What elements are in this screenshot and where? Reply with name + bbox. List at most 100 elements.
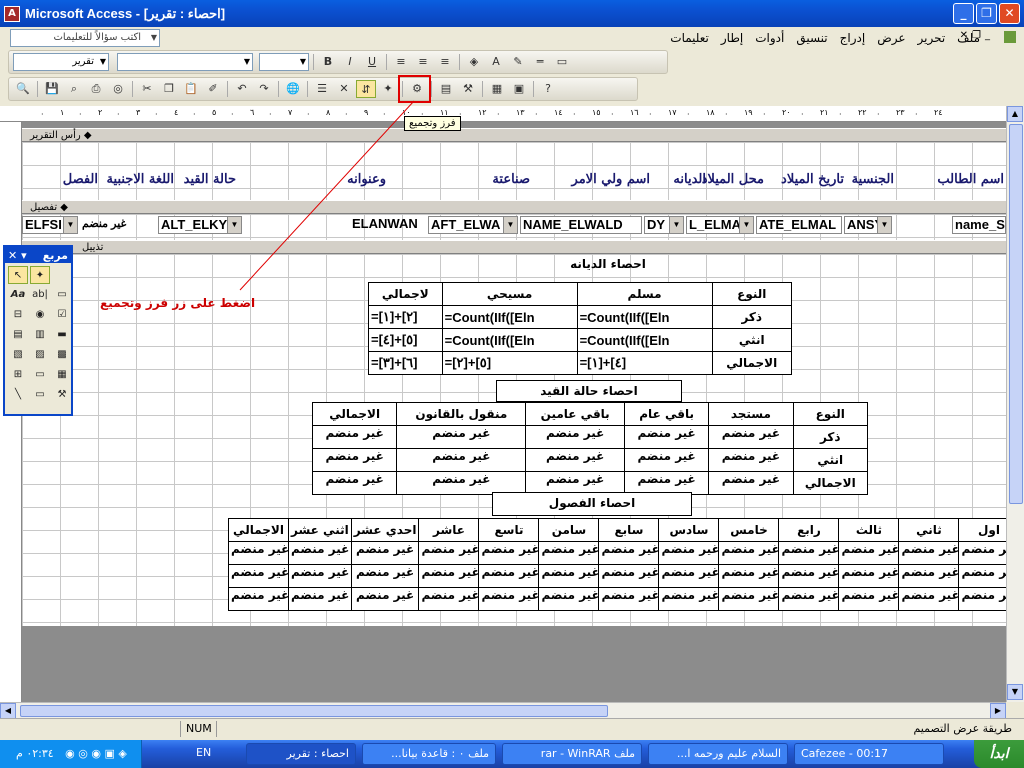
properties-icon[interactable]: ▤ bbox=[436, 80, 456, 98]
save-icon[interactable]: 💾 bbox=[42, 80, 62, 98]
status-table[interactable]: الاجمالي منقول بالقانون باقي عامين باقي عام… bbox=[311, 402, 869, 495]
special-effect-icon[interactable]: ▭ bbox=[552, 53, 572, 71]
scroll-up-icon[interactable]: ▲ bbox=[1007, 106, 1023, 122]
build-icon[interactable]: ⚒ bbox=[458, 80, 478, 98]
header-label-enrollment-status[interactable]: حالة القيد bbox=[184, 172, 236, 187]
menu-help[interactable]: تعليمات bbox=[664, 31, 715, 45]
header-label-guardian-name[interactable]: اسم ولي الامر bbox=[572, 172, 650, 187]
vertical-scrollbar[interactable]: ▲ ▼ bbox=[1006, 106, 1024, 702]
chevron-down-icon[interactable]: ▼ bbox=[300, 54, 306, 70]
bold-icon[interactable]: B bbox=[318, 53, 338, 71]
help-question-box[interactable]: اكتب سؤالاً للتعليمات ▼ bbox=[10, 29, 160, 47]
control-wizards-icon[interactable]: ✦ bbox=[30, 266, 50, 284]
restore-button[interactable]: ❐ bbox=[976, 3, 997, 24]
underline-icon[interactable]: U bbox=[362, 53, 382, 71]
field-address[interactable]: ELANWAN bbox=[350, 216, 426, 234]
autoformat-icon[interactable]: ✦ bbox=[378, 80, 398, 98]
menu-insert[interactable]: إدراج bbox=[834, 31, 872, 45]
close-icon[interactable]: ✕ bbox=[8, 249, 17, 262]
line-tool-icon[interactable]: ╲ bbox=[8, 386, 28, 404]
close-button[interactable]: ✕ bbox=[999, 3, 1020, 24]
tab-control-icon[interactable]: ▭ bbox=[30, 366, 50, 384]
classes-title[interactable]: احصاء الفصول bbox=[492, 492, 692, 516]
option-group-icon[interactable]: ▭ bbox=[52, 286, 72, 304]
chevron-down-icon[interactable]: ▾ bbox=[21, 249, 27, 262]
chevron-down-icon[interactable]: ▼ bbox=[151, 30, 157, 46]
italic-icon[interactable]: I bbox=[340, 53, 360, 71]
scroll-right-icon[interactable]: ▶ bbox=[990, 703, 1006, 719]
list-box-icon[interactable]: ▥ bbox=[30, 326, 50, 344]
align-right-icon[interactable]: ≡ bbox=[435, 53, 455, 71]
bound-object-icon[interactable]: ▩ bbox=[52, 346, 72, 364]
header-label-student-name[interactable]: اسم الطالب bbox=[937, 172, 1004, 187]
language-indicator[interactable]: EN bbox=[196, 746, 211, 759]
toolbox-icon[interactable]: ✕ bbox=[334, 80, 354, 98]
vertical-scroll-thumb[interactable] bbox=[1009, 124, 1023, 504]
copy-icon[interactable]: ❐ bbox=[159, 80, 179, 98]
chevron-down-icon[interactable]: ▼ bbox=[63, 217, 77, 233]
object-combo[interactable]: تقرير ▼ bbox=[13, 53, 109, 71]
code-icon[interactable]: ⚙ bbox=[407, 80, 427, 98]
help-icon[interactable]: ? bbox=[538, 80, 558, 98]
classes-table[interactable]: الاجمالي اثني عشر احدي عشر عاشر تاسع سامن سابع… bbox=[228, 518, 1006, 611]
font-color-icon[interactable]: A bbox=[486, 53, 506, 71]
redo-icon[interactable]: ↷ bbox=[254, 80, 274, 98]
access-doc-icon[interactable] bbox=[986, 30, 1016, 46]
header-label-class[interactable]: الفصل bbox=[63, 172, 98, 187]
detail-section[interactable]: name_S ANSY ▼ ATE_ELMAL L_ELMA ▼ DY ▼ NAME_… bbox=[22, 214, 1006, 240]
scroll-down-icon[interactable]: ▼ bbox=[1007, 684, 1023, 700]
font-size-combo[interactable]: ▼ bbox=[259, 53, 309, 71]
font-combo[interactable]: ▼ bbox=[117, 53, 253, 71]
print-icon[interactable]: ⎙ bbox=[86, 80, 106, 98]
report-header-bar[interactable]: ◆ رأس التقرير bbox=[22, 128, 1006, 142]
religion-title[interactable]: احصاء الديانه bbox=[478, 254, 738, 274]
menu-edit[interactable]: تحرير bbox=[912, 31, 952, 45]
minimize-button[interactable]: _ bbox=[953, 3, 974, 24]
fill-color-icon[interactable]: ◈ bbox=[464, 53, 484, 71]
header-label-religion[interactable]: الديانه bbox=[673, 172, 706, 187]
task-database[interactable]: ملف ٠ : قاعدة بيانا... bbox=[362, 743, 496, 765]
align-center-icon[interactable]: ≡ bbox=[413, 53, 433, 71]
header-label-birth-place[interactable]: محل الميلاد bbox=[702, 172, 764, 187]
new-object-icon[interactable]: ▣ bbox=[509, 80, 529, 98]
line-width-icon[interactable]: ═ bbox=[530, 53, 550, 71]
menu-tools[interactable]: أدوات bbox=[749, 31, 790, 45]
print-preview-icon[interactable]: ◎ bbox=[108, 80, 128, 98]
task-browser[interactable]: السلام عليم ورحمه ا... bbox=[648, 743, 788, 765]
menu-format[interactable]: تنسيق bbox=[790, 31, 833, 45]
field-foreign-language[interactable]: غير منضم bbox=[80, 216, 156, 234]
chevron-down-icon[interactable]: ▼ bbox=[877, 217, 891, 233]
chevron-down-icon[interactable]: ▼ bbox=[669, 217, 683, 233]
cut-icon[interactable]: ✂ bbox=[137, 80, 157, 98]
task-winrar[interactable]: ملف rar - WinRAR bbox=[502, 743, 642, 765]
horizontal-scrollbar[interactable]: ◀ ▶ bbox=[0, 702, 1006, 719]
task-cafezee[interactable]: Cafezee - 00:17 bbox=[794, 743, 944, 765]
report-design-surface[interactable]: ◆ رأس التقرير اسم الطالب الجنسية تاريخ ا… bbox=[22, 122, 1006, 704]
line-color-icon[interactable]: ✎ bbox=[508, 53, 528, 71]
chevron-down-icon[interactable]: ▼ bbox=[503, 217, 517, 233]
select-objects-icon[interactable]: ↖ bbox=[8, 266, 28, 284]
field-list-icon[interactable]: ☰ bbox=[312, 80, 332, 98]
start-button[interactable]: ابدأ bbox=[974, 740, 1024, 768]
chevron-down-icon[interactable]: ▼ bbox=[227, 217, 241, 233]
page-break-icon[interactable]: ⊞ bbox=[8, 366, 28, 384]
search-icon[interactable]: ⌕ bbox=[64, 80, 84, 98]
hyperlink-icon[interactable]: 🌐 bbox=[283, 80, 303, 98]
align-left-icon[interactable]: ≡ bbox=[391, 53, 411, 71]
option-button-icon[interactable]: ◉ bbox=[30, 306, 50, 324]
field-class[interactable]: ELFSI ▼ bbox=[22, 216, 78, 234]
undo-icon[interactable]: ↶ bbox=[232, 80, 252, 98]
access-app-icon[interactable]: A bbox=[4, 5, 20, 22]
unbound-object-icon[interactable]: ▨ bbox=[30, 346, 50, 364]
database-window-icon[interactable]: ▦ bbox=[487, 80, 507, 98]
mdi-restore-icon[interactable]: ❐ bbox=[972, 30, 981, 41]
chevron-down-icon[interactable]: ▼ bbox=[244, 54, 250, 70]
mdi-close-icon[interactable]: ✕ bbox=[960, 30, 968, 41]
chevron-down-icon[interactable]: ▼ bbox=[739, 217, 753, 233]
chevron-down-icon[interactable]: ▼ bbox=[100, 54, 106, 70]
footer-bar[interactable]: تذييل bbox=[22, 240, 1006, 254]
field-occupation[interactable]: AFT_ELWA ▼ bbox=[428, 216, 518, 234]
horizontal-scroll-thumb[interactable] bbox=[20, 705, 608, 717]
combo-box-icon[interactable]: ▤ bbox=[8, 326, 28, 344]
image-icon[interactable]: ▧ bbox=[8, 346, 28, 364]
